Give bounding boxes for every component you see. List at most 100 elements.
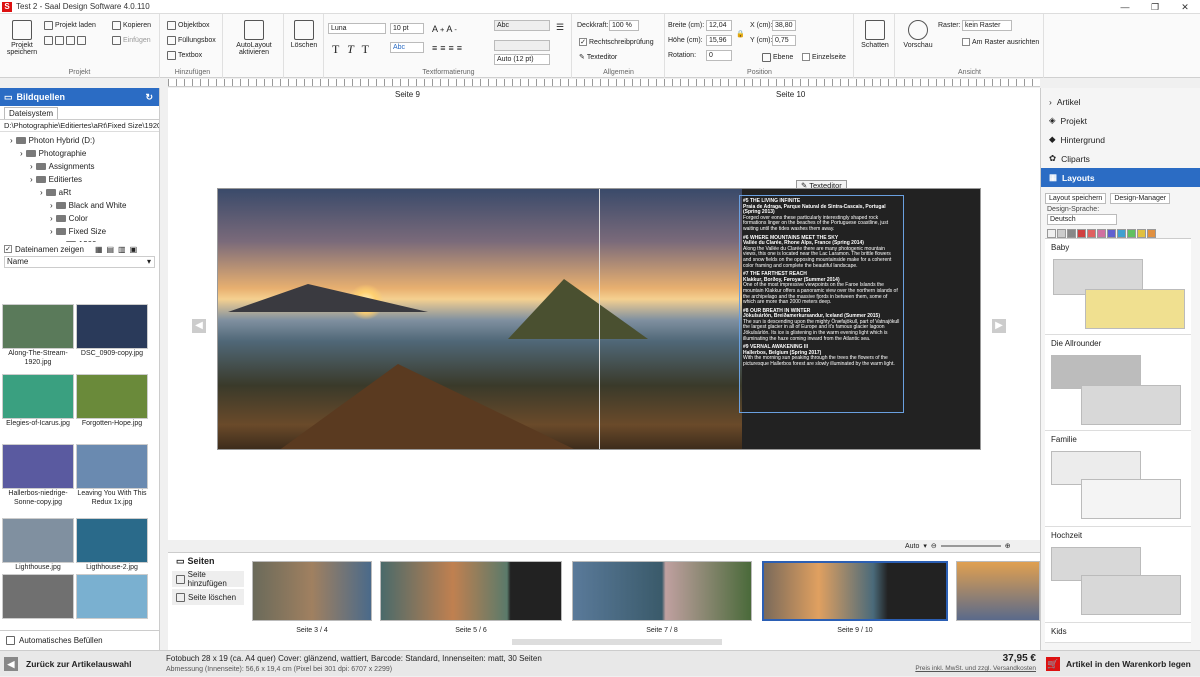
editor-canvas[interactable]: Seite 9 Seite 10 ◀ ▶ ✎ Texteditor #5 THE… [168,88,1040,550]
text-color-select[interactable]: Abc [494,20,550,31]
color-swatch[interactable] [1087,229,1096,238]
add-page-button[interactable]: Seite hinzufügen [172,570,244,588]
opacity-input[interactable]: 100 % [609,20,639,31]
image-thumb[interactable]: Elegies-of-Icarus.jpg [2,374,74,428]
font-grow-icons[interactable]: A + A- [432,24,457,34]
zoom-out-icon[interactable]: ⊖ [931,542,937,550]
color-swatch[interactable] [1097,229,1106,238]
tax-note[interactable]: Preis inkl. MwSt. und zzgl. Versandkoste… [880,665,1036,672]
tab-filesystem[interactable]: Dateisystem [4,107,59,119]
minimize-button[interactable]: — [1110,0,1140,14]
export-icons[interactable] [44,36,86,45]
image-thumb[interactable]: DSC_0909-copy.jpg [76,304,148,358]
sidebar-item-projekt[interactable]: ◈ Projekt [1041,111,1200,130]
next-page-arrow-icon[interactable]: ▶ [992,319,1006,333]
expand-arrow-icon[interactable]: › [30,162,33,171]
autofill-button[interactable]: Automatisches Befüllen [0,630,160,650]
page-thumb-7-8[interactable]: Seite 7 / 8 [572,561,752,634]
image-thumb[interactable]: Along-The-Stream-1920.jpg [2,304,74,367]
snap-grid-checkbox[interactable]: Am Raster ausrichten [962,38,1039,46]
shadow-button[interactable]: Schatten [853,20,897,49]
color-swatch[interactable] [1147,229,1156,238]
image-thumb[interactable]: Leaving You With This Redux 1x.jpg [76,444,148,507]
layer-button[interactable]: Ebene [762,53,793,62]
image-thumb[interactable] [76,574,148,619]
border-select[interactable] [494,40,550,51]
line-spacing-select[interactable]: Auto (12 pt) [494,54,550,65]
save-project-button[interactable]: Projekt speichern [2,20,42,56]
layout-cat-allrounder[interactable]: Die Allrounder [1045,335,1191,431]
single-page-checkbox[interactable]: Einzelseite [802,53,846,61]
expand-arrow-icon[interactable]: › [30,175,33,184]
autolayout-button[interactable]: AutoLayout aktivieren [232,20,276,56]
prev-page-arrow-icon[interactable]: ◀ [192,319,206,333]
sort-select[interactable]: Name ▾ [4,256,155,268]
spellcheck-checkbox[interactable]: Rechtschreibprüfung [579,38,654,46]
layout-cat-hochzeit[interactable]: Hochzeit [1045,527,1191,623]
page-thumb-11[interactable] [956,561,1040,623]
image-thumb[interactable]: Ligthhouse-2.jpg [76,518,148,572]
refresh-icon[interactable]: ↻ [145,92,153,103]
width-input[interactable]: 12,04 [706,20,732,31]
page-thumb-5-6[interactable]: Seite 5 / 6 [380,561,562,634]
back-to-articles-button[interactable]: ◀ Zurück zur Artikelauswahl [0,651,160,677]
layout-cat-kids[interactable]: Kids [1045,623,1191,643]
preview-button[interactable]: Vorschau [896,20,940,49]
expand-arrow-icon[interactable]: › [60,240,63,242]
tree-item[interactable]: › Color [0,212,159,225]
objektbox-button[interactable]: Objektbox [167,21,210,30]
fuellungsbox-button[interactable]: Füllungsbox [167,36,216,45]
expand-arrow-icon[interactable]: › [20,149,23,158]
delete-button[interactable]: Löschen [282,20,326,49]
rotation-input[interactable]: 0 [706,50,732,61]
y-input[interactable]: 0,75 [772,35,796,46]
layout-cat-familie[interactable]: Familie [1045,431,1191,527]
design-lang-select[interactable]: Deutsch [1047,214,1117,225]
text-box-selected[interactable]: #5 THE LIVING INFINITE Praia de Adraga, P… [739,195,904,413]
expand-arrow-icon[interactable]: › [40,188,43,197]
expand-arrow-icon[interactable]: › [50,214,53,223]
tree-item[interactable]: › Editiertes [0,173,159,186]
texteditor-button[interactable]: ✎ Texteditor [579,53,617,62]
page-thumb-3-4[interactable]: Seite 3 / 4 [252,561,372,634]
image-thumb[interactable]: Lighthouse.jpg [2,518,74,572]
highlight-select[interactable]: Abc [390,42,424,53]
panorama-photo[interactable] [218,189,742,449]
color-swatch[interactable] [1107,229,1116,238]
image-thumb[interactable] [2,574,74,619]
zoom-in-icon[interactable]: ⊕ [1005,542,1011,550]
sidebar-item-hintergrund[interactable]: ◆ Hintergrund [1041,130,1200,149]
image-thumb[interactable]: Hallerbos-niedrige-Sonne-copy.jpg [2,444,74,507]
color-swatch[interactable] [1077,229,1086,238]
page-spread[interactable]: #5 THE LIVING INFINITE Praia de Adraga, P… [217,188,981,450]
expand-arrow-icon[interactable]: › [10,136,13,145]
paste-button[interactable]: Einfügen [112,36,151,45]
load-project-button[interactable]: Projekt laden [44,21,96,30]
font-select[interactable]: Luna [328,23,386,34]
grid-select[interactable]: kein Raster [962,20,1012,31]
delete-page-button[interactable]: Seite löschen [172,589,244,605]
layout-cat-baby[interactable]: Baby [1045,239,1191,335]
sidebar-item-cliparts[interactable]: ✿ Cliparts [1041,149,1200,168]
zoom-controls[interactable]: Auto ▾ ⊖ ⊕ [905,542,1011,551]
valign-buttons[interactable]: ☰ [556,22,564,33]
align-buttons[interactable]: ≡≡≡≡ [432,43,465,53]
design-manager-button[interactable]: Design-Manager [1110,193,1171,204]
save-layout-button[interactable]: Layout speichern [1045,193,1107,204]
font-size-select[interactable]: 10 pt [390,23,424,34]
color-swatch[interactable] [1117,229,1126,238]
tree-item[interactable]: › Assignments [0,160,159,173]
x-input[interactable]: 38,80 [772,20,796,31]
color-swatch[interactable] [1067,229,1076,238]
tree-item[interactable]: › aRt [0,186,159,199]
view-mode-icons[interactable]: ▦▤▥▣ [95,245,141,254]
tree-item[interactable]: › Photon Hybrid (D:) [0,134,159,147]
tree-item[interactable]: › Black and White [0,199,159,212]
copy-button[interactable]: Kopieren [112,21,151,30]
color-swatch[interactable] [1127,229,1136,238]
lock-ratio-icon[interactable]: 🔒 [736,30,745,38]
expand-arrow-icon[interactable]: › [50,227,53,236]
expand-arrow-icon[interactable]: › [50,201,53,210]
page-thumb-9-10[interactable]: Seite 9 / 10 [762,561,948,634]
pages-scrollbar[interactable] [512,639,722,645]
